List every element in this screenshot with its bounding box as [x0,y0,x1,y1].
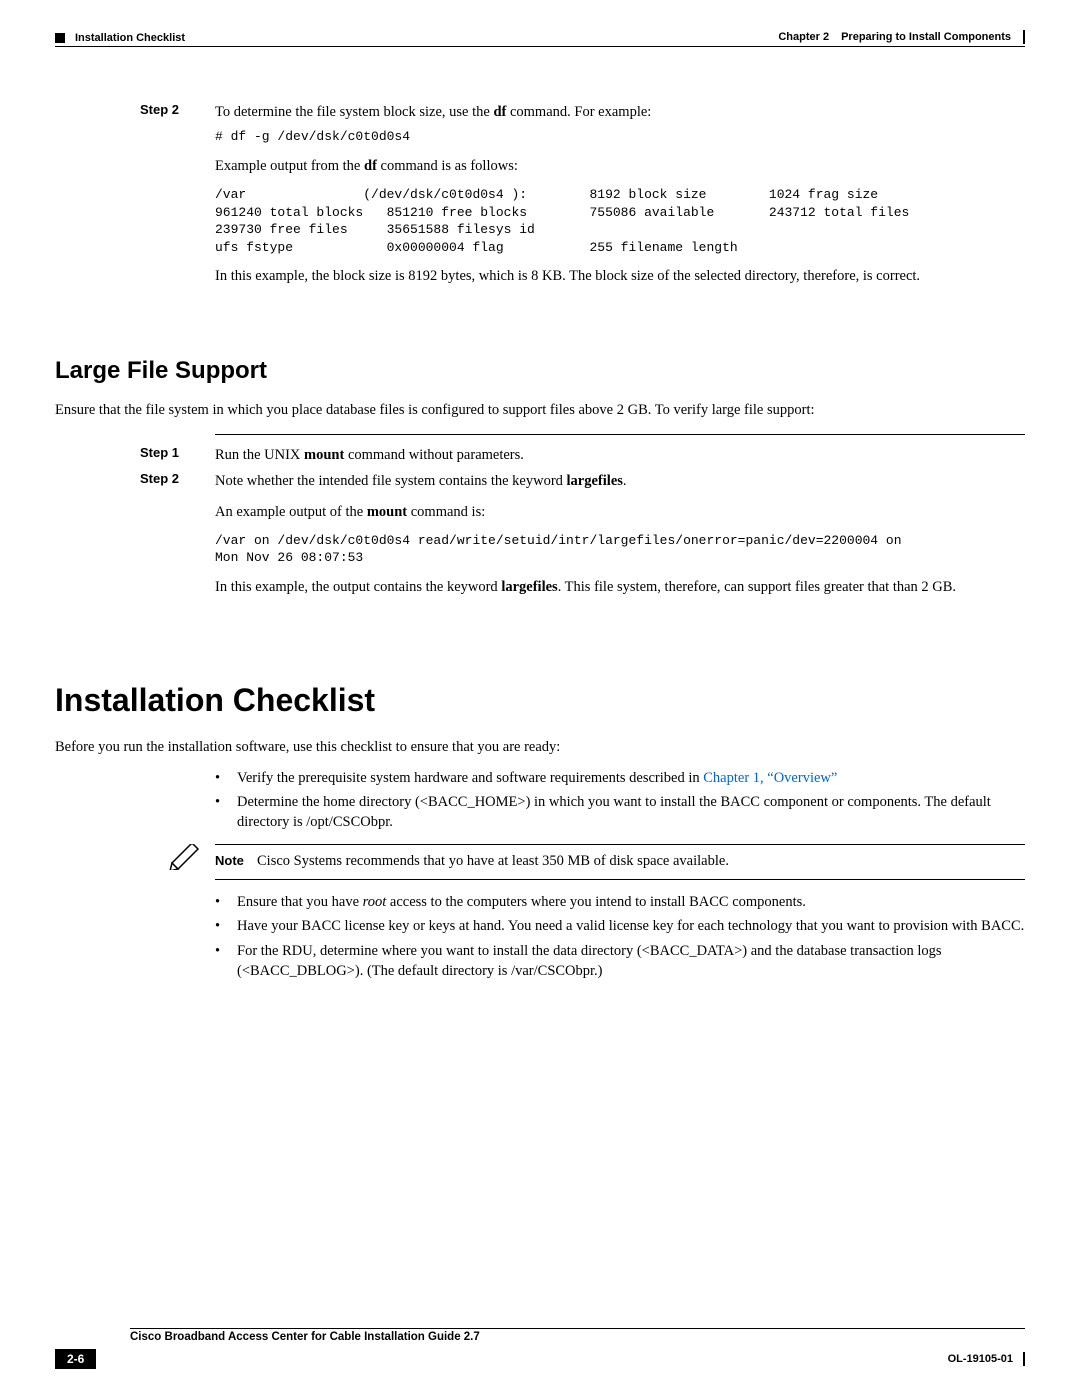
checklist-intro: Before you run the installation software… [55,737,1025,757]
code-df-command: # df -g /dev/dsk/c0t0d0s4 [215,128,1020,146]
code-mount-output: /var on /dev/dsk/c0t0d0s4 read/write/set… [215,532,1020,567]
header-chapter-title: Preparing to Install Components [841,31,1011,43]
publication-id: OL-19105-01 [948,1353,1013,1365]
link-chapter-1-overview[interactable]: Chapter 1, “Overview” [703,770,837,786]
note-block: Note Cisco Systems recommends that yo ha… [155,844,1025,880]
b3-b: access to the computers where you intend… [386,894,806,910]
step-label: Step 1 [55,445,215,465]
footer-guide-title: Cisco Broadband Access Center for Cable … [130,1331,1025,1343]
step-label: Step 2 [55,102,215,297]
b2-text: Determine the home directory (<BACC_HOME… [237,792,1025,833]
header-bar-icon [1023,30,1025,44]
note-text: Cisco Systems recommends that yo have at… [257,851,729,873]
lfs-ex-a: An example output of the [215,504,367,520]
bullet-icon: • [215,916,237,936]
checklist-bullet-1: • Verify the prerequisite system hardwar… [215,768,1025,788]
code-df-output: /var (/dev/dsk/c0t0d0s4 ): 8192 block si… [215,186,1020,256]
lfs-step1-cmd: mount [304,447,344,463]
b5-text: For the RDU, determine where you want to… [237,941,1025,982]
checklist-bullet-2: • Determine the home directory (<BACC_HO… [215,792,1025,833]
bullet-icon: • [215,792,237,833]
step2-ex-b: command is as follows: [377,158,518,174]
step-divider [215,434,1025,435]
step2-cmd: df [493,104,506,120]
step-2-block-size: Step 2 To determine the file system bloc… [55,102,1025,297]
step2-ex-a: Example output from the [215,158,364,174]
page-number: 2-6 [55,1349,96,1369]
lfs-intro: Ensure that the file system in which you… [55,400,1025,420]
heading-large-file-support: Large File Support [55,357,1025,385]
lfs-step-2: Step 2 Note whether the intended file sy… [55,471,1025,607]
b4-text: Have your BACC license key or keys at ha… [237,916,1025,936]
lfs-step-1: Step 1 Run the UNIX mount command withou… [55,445,1025,465]
b1-text: Verify the prerequisite system hardware … [237,770,703,786]
pencil-icon [155,844,215,875]
header-square-icon [55,33,65,43]
lfs-step2-b: . [623,473,627,489]
header-section-title: Installation Checklist [75,32,185,44]
lfs-step2-kw: largefiles [567,473,623,489]
step2-text-a: To determine the file system block size,… [215,104,493,120]
header-divider [55,46,1025,47]
step-label: Step 2 [55,471,215,607]
lfs-ex-cmd: mount [367,504,407,520]
checklist-bullet-4: • Have your BACC license key or keys at … [215,916,1025,936]
step2-text-b: command. For example: [506,104,651,120]
lfs-tail-b: . This file system, therefore, can suppo… [558,579,956,595]
checklist-bullet-3: • Ensure that you have root access to th… [215,892,1025,912]
page-footer: Cisco Broadband Access Center for Cable … [55,1328,1025,1369]
note-label: Note [215,851,257,873]
b3-root: root [363,894,387,910]
b3-a: Ensure that you have [237,894,363,910]
heading-installation-checklist: Installation Checklist [55,682,1025,719]
footer-divider [130,1328,1025,1329]
header-chapter-label: Chapter 2 [778,31,829,43]
lfs-tail-kw: largefiles [501,579,557,595]
footer-bar-icon [1023,1352,1025,1366]
lfs-step2-a: Note whether the intended file system co… [215,473,567,489]
lfs-ex-b: command is: [407,504,485,520]
page-header: Installation Checklist Chapter 2 Prepari… [55,30,1025,44]
lfs-tail-a: In this example, the output contains the… [215,579,501,595]
bullet-icon: • [215,892,237,912]
step2-tail: In this example, the block size is 8192 … [215,266,1020,286]
checklist-bullet-5: • For the RDU, determine where you want … [215,941,1025,982]
bullet-icon: • [215,768,237,788]
step2-ex-cmd: df [364,158,377,174]
lfs-step1-b: command without parameters. [344,447,524,463]
bullet-icon: • [215,941,237,982]
lfs-step1-a: Run the UNIX [215,447,304,463]
